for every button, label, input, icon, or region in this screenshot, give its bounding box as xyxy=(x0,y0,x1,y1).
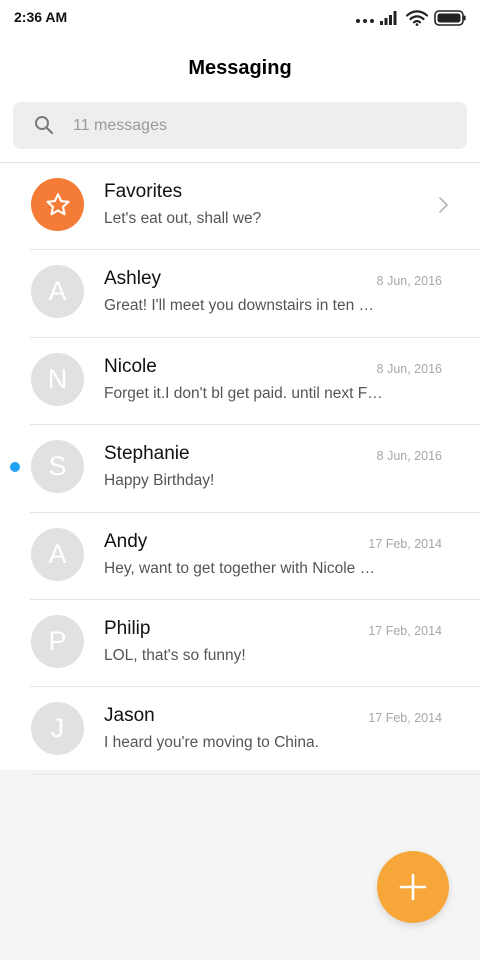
avatar: A xyxy=(31,265,84,319)
battery-icon xyxy=(434,10,466,26)
message-date: 17 Feb, 2014 xyxy=(368,536,442,551)
conversation-row-andy[interactable]: A Andy 17 Feb, 2014 Hey, want to get tog… xyxy=(0,513,480,600)
contact-name: Jason xyxy=(104,705,155,727)
favorites-name: Favorites xyxy=(104,181,183,202)
avatar: J xyxy=(31,702,84,756)
avatar: A xyxy=(31,527,84,581)
status-time: 2:36 AM xyxy=(14,9,68,25)
conversation-list: Favorites Let's eat out, shall we? A Ash… xyxy=(0,163,480,775)
new-message-button[interactable] xyxy=(377,851,449,923)
divider xyxy=(30,773,480,775)
message-date: 8 Jun, 2016 xyxy=(376,449,442,464)
message-snippet: Forget it.I don't bl get paid. until nex… xyxy=(104,384,383,402)
plus-icon xyxy=(399,873,427,901)
page-title: Messaging xyxy=(188,57,292,79)
contact-name: Andy xyxy=(104,530,148,552)
favorites-avatar xyxy=(31,178,84,231)
search-input[interactable] xyxy=(73,102,453,149)
conversation-row-jason[interactable]: J Jason 17 Feb, 2014 I heard you're movi… xyxy=(0,687,480,775)
message-snippet: Hey, want to get together with Nicole … xyxy=(104,559,376,577)
search-icon xyxy=(35,116,54,135)
message-snippet: Great! I'll meet you downstairs in ten … xyxy=(104,297,375,315)
contact-name: Philip xyxy=(104,617,151,639)
favorites-row[interactable]: Favorites Let's eat out, shall we? xyxy=(0,163,480,251)
contact-name: Stephanie xyxy=(104,443,190,465)
avatar: N xyxy=(31,352,84,406)
search-bar[interactable] xyxy=(13,102,467,149)
more-dots-icon xyxy=(356,19,374,23)
main-panel: 2:36 AM Messaging 11 messages Favorites … xyxy=(0,0,480,775)
chevron-right-icon xyxy=(439,197,448,213)
conversation-row-philip[interactable]: P Philip 17 Feb, 2014 LOL, that's so fun… xyxy=(0,600,480,688)
message-snippet: LOL, that's so funny! xyxy=(104,646,246,664)
signal-icon xyxy=(380,11,397,25)
message-snippet: I heard you're moving to China. xyxy=(104,734,319,752)
favorites-snippet: Let's eat out, shall we? xyxy=(104,210,262,227)
conversation-row-nicole[interactable]: N Nicole 8 Jun, 2016 Forget it.I don't b… xyxy=(0,338,480,426)
avatar: S xyxy=(31,440,84,494)
conversation-row-stephanie[interactable]: S Stephanie 8 Jun, 2016 Happy Birthday! xyxy=(0,425,480,513)
avatar: P xyxy=(31,614,84,668)
status-icons xyxy=(356,8,466,28)
message-date: 8 Jun, 2016 xyxy=(376,361,442,376)
contact-name: Nicole xyxy=(104,355,157,377)
message-snippet: Happy Birthday! xyxy=(104,472,215,490)
contact-name: Ashley xyxy=(104,268,162,290)
star-icon xyxy=(45,192,70,215)
message-date: 17 Feb, 2014 xyxy=(368,623,442,638)
message-date: 17 Feb, 2014 xyxy=(368,711,442,726)
unread-indicator xyxy=(10,462,20,473)
status-bar: 2:36 AM xyxy=(0,0,480,36)
conversation-row-ashley[interactable]: A Ashley 8 Jun, 2016 Great! I'll meet yo… xyxy=(0,250,480,338)
message-date: 8 Jun, 2016 xyxy=(376,274,442,289)
wifi-icon xyxy=(406,10,428,26)
